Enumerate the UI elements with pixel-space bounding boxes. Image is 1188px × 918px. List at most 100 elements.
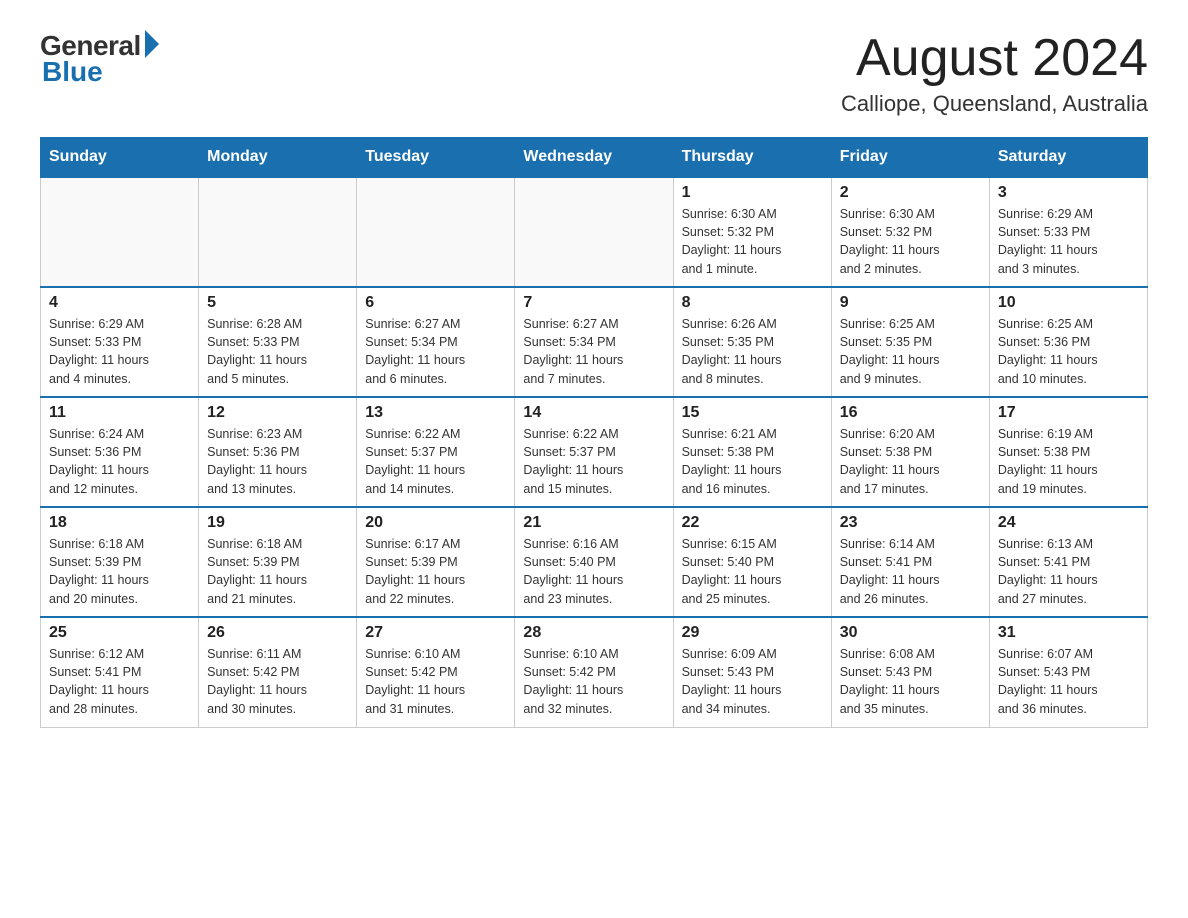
calendar-cell: 19 Sunrise: 6:18 AMSunset: 5:39 PMDayligh… (199, 507, 357, 617)
day-info: Sunrise: 6:08 AMSunset: 5:43 PMDaylight:… (840, 645, 981, 718)
day-info: Sunrise: 6:07 AMSunset: 5:43 PMDaylight:… (998, 645, 1139, 718)
day-info: Sunrise: 6:12 AMSunset: 5:41 PMDaylight:… (49, 645, 190, 718)
logo-blue-text: Blue (42, 56, 103, 88)
day-info: Sunrise: 6:10 AMSunset: 5:42 PMDaylight:… (365, 645, 506, 718)
day-number: 9 (840, 294, 981, 312)
column-header-sunday: Sunday (41, 138, 199, 178)
calendar-cell: 13 Sunrise: 6:22 AMSunset: 5:37 PMDayligh… (357, 397, 515, 507)
day-info: Sunrise: 6:09 AMSunset: 5:43 PMDaylight:… (682, 645, 823, 718)
day-info: Sunrise: 6:23 AMSunset: 5:36 PMDaylight:… (207, 425, 348, 498)
day-number: 22 (682, 514, 823, 532)
calendar-cell: 16 Sunrise: 6:20 AMSunset: 5:38 PMDayligh… (831, 397, 989, 507)
calendar-cell: 21 Sunrise: 6:16 AMSunset: 5:40 PMDayligh… (515, 507, 673, 617)
day-number: 23 (840, 514, 981, 532)
calendar-cell: 28Sunrise: 6:10 AMSunset: 5:42 PMDayligh… (515, 617, 673, 727)
day-number: 12 (207, 404, 348, 422)
day-number: 27 (365, 624, 506, 642)
calendar-cell: 10Sunrise: 6:25 AMSunset: 5:36 PMDayligh… (989, 287, 1147, 397)
calendar-week-row: 4Sunrise: 6:29 AMSunset: 5:33 PMDaylight… (41, 287, 1148, 397)
calendar-cell: 22 Sunrise: 6:15 AMSunset: 5:40 PMDayligh… (673, 507, 831, 617)
day-number: 25 (49, 624, 190, 642)
day-number: 4 (49, 294, 190, 312)
day-info: Sunrise: 6:16 AMSunset: 5:40 PMDaylight:… (523, 535, 664, 608)
calendar-cell: 1Sunrise: 6:30 AMSunset: 5:32 PMDaylight… (673, 177, 831, 287)
day-number: 13 (365, 404, 506, 422)
calendar-cell: 14 Sunrise: 6:22 AMSunset: 5:37 PMDayligh… (515, 397, 673, 507)
day-number: 17 (998, 404, 1139, 422)
day-number: 14 (523, 404, 664, 422)
day-info: Sunrise: 6:26 AMSunset: 5:35 PMDaylight:… (682, 315, 823, 388)
calendar-cell: 31 Sunrise: 6:07 AMSunset: 5:43 PMDayligh… (989, 617, 1147, 727)
day-number: 19 (207, 514, 348, 532)
calendar-cell: 25 Sunrise: 6:12 AMSunset: 5:41 PMDayligh… (41, 617, 199, 727)
day-number: 29 (682, 624, 823, 642)
day-info: Sunrise: 6:30 AMSunset: 5:32 PMDaylight:… (840, 205, 981, 278)
calendar-cell: 27 Sunrise: 6:10 AMSunset: 5:42 PMDayligh… (357, 617, 515, 727)
day-info: Sunrise: 6:25 AMSunset: 5:36 PMDaylight:… (998, 315, 1139, 388)
calendar-cell: 15 Sunrise: 6:21 AMSunset: 5:38 PMDayligh… (673, 397, 831, 507)
calendar-week-row: 1 Sunrise: 6:30 AMSunset: 5:32 PMDaylight… (41, 177, 1148, 287)
day-number: 24 (998, 514, 1139, 532)
calendar-cell (357, 177, 515, 287)
day-info: Sunrise: 6:20 AMSunset: 5:38 PMDaylight:… (840, 425, 981, 498)
day-info: Sunrise: 6:19 AMSunset: 5:38 PMDaylight:… (998, 425, 1139, 498)
calendar-cell (515, 177, 673, 287)
calendar-cell: 23Sunrise: 6:14 AMSunset: 5:41 PMDayligh… (831, 507, 989, 617)
calendar-cell (41, 177, 199, 287)
calendar-cell: 30 Sunrise: 6:08 AMSunset: 5:43 PMDayligh… (831, 617, 989, 727)
day-number: 26 (207, 624, 348, 642)
day-info: Sunrise: 6:18 AMSunset: 5:39 PMDaylight:… (49, 535, 190, 608)
day-info: Sunrise: 6:18 AMSunset: 5:39 PMDaylight:… (207, 535, 348, 608)
day-number: 15 (682, 404, 823, 422)
calendar-cell: 11 Sunrise: 6:24 AMSunset: 5:36 PMDayligh… (41, 397, 199, 507)
day-info: Sunrise: 6:24 AMSunset: 5:36 PMDaylight:… (49, 425, 190, 498)
day-number: 5 (207, 294, 348, 312)
day-number: 30 (840, 624, 981, 642)
logo-arrow-icon (145, 30, 159, 58)
day-info: Sunrise: 6:15 AMSunset: 5:40 PMDaylight:… (682, 535, 823, 608)
title-section: August 2024 Calliope, Queensland, Austra… (841, 30, 1148, 117)
calendar-cell: 29 Sunrise: 6:09 AMSunset: 5:43 PMDayligh… (673, 617, 831, 727)
day-number: 31 (998, 624, 1139, 642)
calendar-cell: 7Sunrise: 6:27 AMSunset: 5:34 PMDaylight… (515, 287, 673, 397)
day-info: Sunrise: 6:13 AMSunset: 5:41 PMDaylight:… (998, 535, 1139, 608)
day-info: Sunrise: 6:17 AMSunset: 5:39 PMDaylight:… (365, 535, 506, 608)
day-info: Sunrise: 6:22 AMSunset: 5:37 PMDaylight:… (365, 425, 506, 498)
page-header: General Blue August 2024 Calliope, Queen… (40, 30, 1148, 117)
day-number: 2 (840, 184, 981, 202)
column-header-saturday: Saturday (989, 138, 1147, 178)
calendar-cell: 2 Sunrise: 6:30 AMSunset: 5:32 PMDaylight… (831, 177, 989, 287)
column-header-tuesday: Tuesday (357, 138, 515, 178)
day-number: 3 (998, 184, 1139, 202)
day-info: Sunrise: 6:22 AMSunset: 5:37 PMDaylight:… (523, 425, 664, 498)
calendar-cell: 12 Sunrise: 6:23 AMSunset: 5:36 PMDayligh… (199, 397, 357, 507)
logo: General Blue (40, 30, 159, 88)
location-title: Calliope, Queensland, Australia (841, 91, 1148, 117)
calendar-cell: 8 Sunrise: 6:26 AMSunset: 5:35 PMDaylight… (673, 287, 831, 397)
calendar-cell: 18 Sunrise: 6:18 AMSunset: 5:39 PMDayligh… (41, 507, 199, 617)
calendar-week-row: 11 Sunrise: 6:24 AMSunset: 5:36 PMDayligh… (41, 397, 1148, 507)
calendar-header-row: SundayMondayTuesdayWednesdayThursdayFrid… (41, 138, 1148, 178)
calendar-cell: 5 Sunrise: 6:28 AMSunset: 5:33 PMDaylight… (199, 287, 357, 397)
day-number: 11 (49, 404, 190, 422)
calendar-cell: 17 Sunrise: 6:19 AMSunset: 5:38 PMDayligh… (989, 397, 1147, 507)
calendar-cell: 26 Sunrise: 6:11 AMSunset: 5:42 PMDayligh… (199, 617, 357, 727)
day-info: Sunrise: 6:11 AMSunset: 5:42 PMDaylight:… (207, 645, 348, 718)
calendar-table: SundayMondayTuesdayWednesdayThursdayFrid… (40, 137, 1148, 728)
day-info: Sunrise: 6:27 AMSunset: 5:34 PMDaylight:… (365, 315, 506, 388)
day-number: 16 (840, 404, 981, 422)
day-number: 18 (49, 514, 190, 532)
day-number: 20 (365, 514, 506, 532)
day-number: 8 (682, 294, 823, 312)
day-info: Sunrise: 6:25 AMSunset: 5:35 PMDaylight:… (840, 315, 981, 388)
day-info: Sunrise: 6:21 AMSunset: 5:38 PMDaylight:… (682, 425, 823, 498)
day-info: Sunrise: 6:28 AMSunset: 5:33 PMDaylight:… (207, 315, 348, 388)
day-number: 1 (682, 184, 823, 202)
day-number: 21 (523, 514, 664, 532)
column-header-monday: Monday (199, 138, 357, 178)
column-header-friday: Friday (831, 138, 989, 178)
month-title: August 2024 (841, 30, 1148, 87)
calendar-cell (199, 177, 357, 287)
calendar-cell: 3Sunrise: 6:29 AMSunset: 5:33 PMDaylight… (989, 177, 1147, 287)
day-number: 6 (365, 294, 506, 312)
